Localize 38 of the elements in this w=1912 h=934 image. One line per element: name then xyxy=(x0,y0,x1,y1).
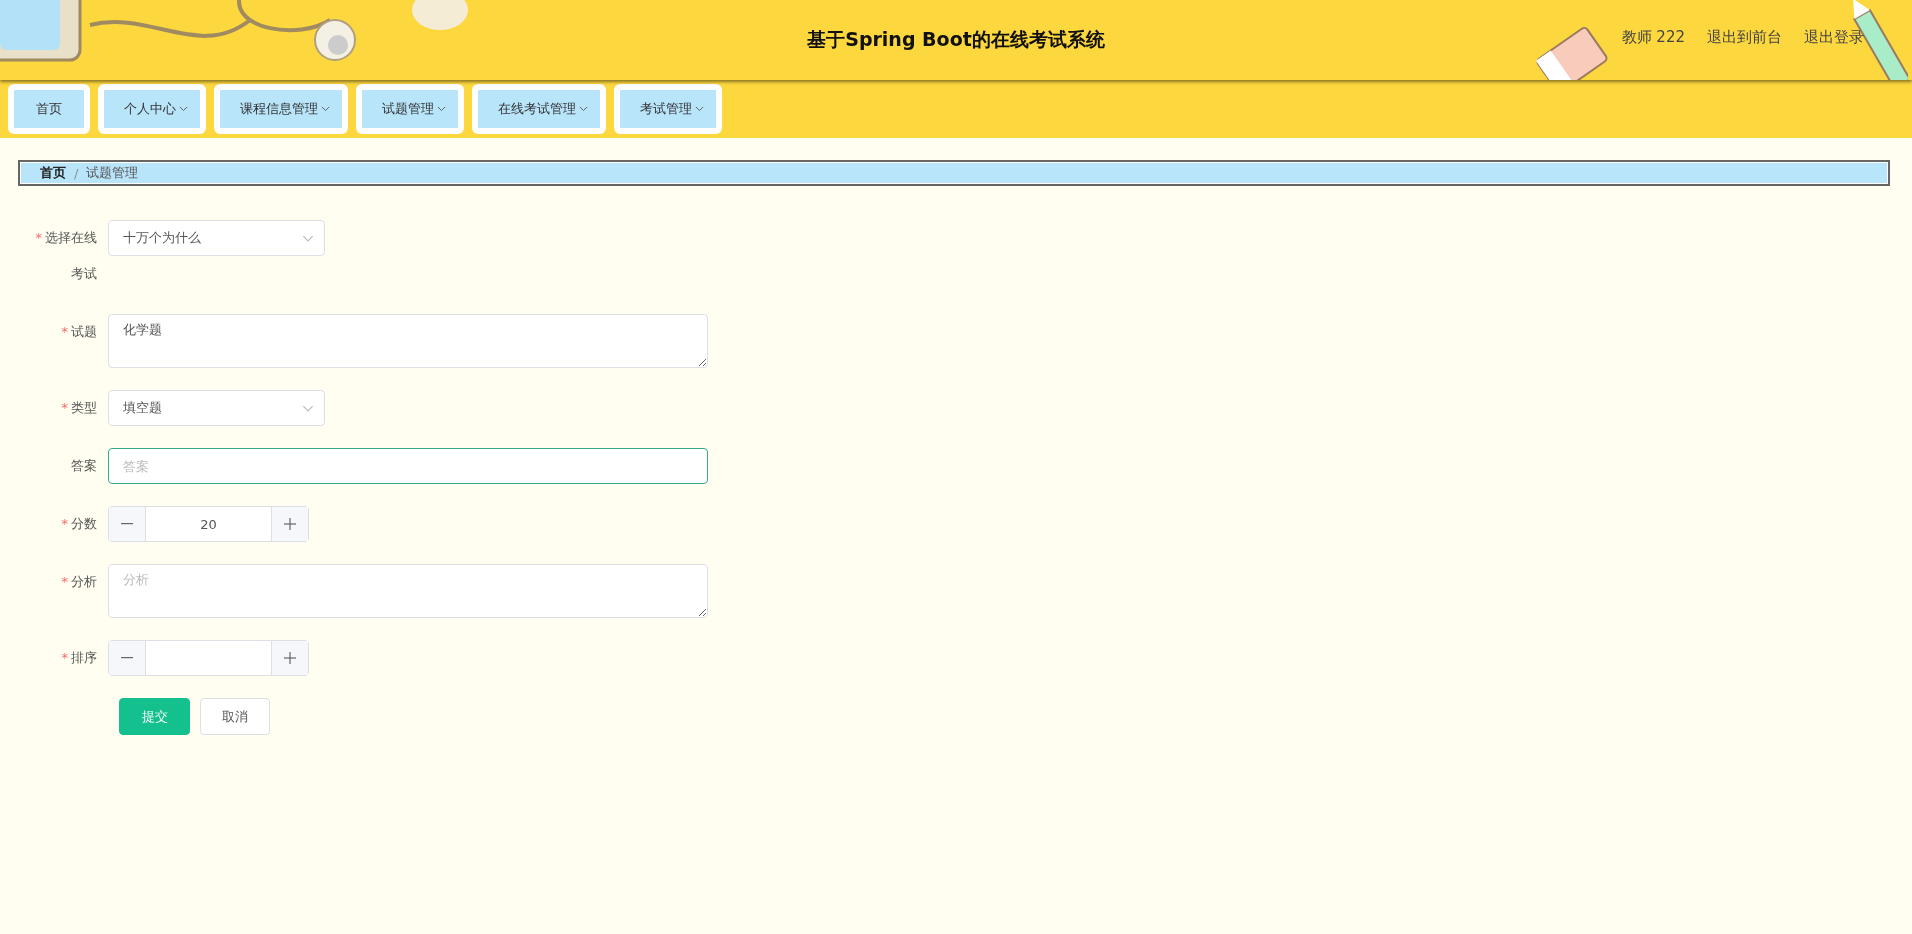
field-label: * 分析 xyxy=(60,573,98,591)
plus-button[interactable] xyxy=(271,641,308,675)
plus-icon xyxy=(284,518,296,530)
plus-button[interactable] xyxy=(271,507,308,541)
plus-icon xyxy=(284,652,296,664)
nav-menu-item[interactable]: 首页 xyxy=(8,84,90,134)
nav-menu-item[interactable]: 考试管理 xyxy=(614,84,722,134)
breadcrumb-item: 试题管理 xyxy=(86,164,139,182)
field-label: * 试题 xyxy=(60,323,98,341)
field-label: * 分数 xyxy=(60,515,98,533)
select-field[interactable]: 十万个为什么 xyxy=(108,220,325,256)
nav-menu-item[interactable]: 试题管理 xyxy=(356,84,464,134)
cancel-button[interactable]: 取消 xyxy=(200,698,270,735)
number-field[interactable]: 20 xyxy=(108,506,309,542)
field-label: * 排序 xyxy=(60,649,98,667)
header-link[interactable]: 教师 222 xyxy=(1621,28,1685,47)
field-label: 答案 xyxy=(70,457,98,475)
minus-button[interactable] xyxy=(109,507,146,541)
header-link[interactable]: 退出到前台 xyxy=(1707,28,1782,47)
site-title: 基于Spring Boot的在线考试系统 xyxy=(807,27,1105,52)
breadcrumb-item[interactable]: 首页 xyxy=(40,164,66,182)
minus-button[interactable] xyxy=(109,641,146,675)
select-field[interactable]: 填空题 xyxy=(108,390,325,426)
nav-menu-item[interactable]: 个人中心 xyxy=(98,84,206,134)
caret-icon xyxy=(302,404,314,412)
input-field[interactable]: 答案 xyxy=(108,448,708,484)
field-label: * 类型 xyxy=(60,399,98,417)
field-label: * 选择在线考试 xyxy=(34,229,98,283)
textarea-field[interactable]: 化学题 xyxy=(108,314,708,368)
nav-menu-item[interactable]: 在线考试管理 xyxy=(472,84,606,134)
nav-menu-item[interactable]: 课程信息管理 xyxy=(214,84,348,134)
number-field[interactable] xyxy=(108,640,309,676)
header-link[interactable]: 退出登录 xyxy=(1804,28,1864,47)
minus-icon xyxy=(121,657,133,659)
caret-icon xyxy=(302,234,314,242)
textarea-field[interactable]: 分析 xyxy=(108,564,708,618)
minus-icon xyxy=(121,523,133,525)
breadcrumb-separator: / xyxy=(74,165,79,181)
